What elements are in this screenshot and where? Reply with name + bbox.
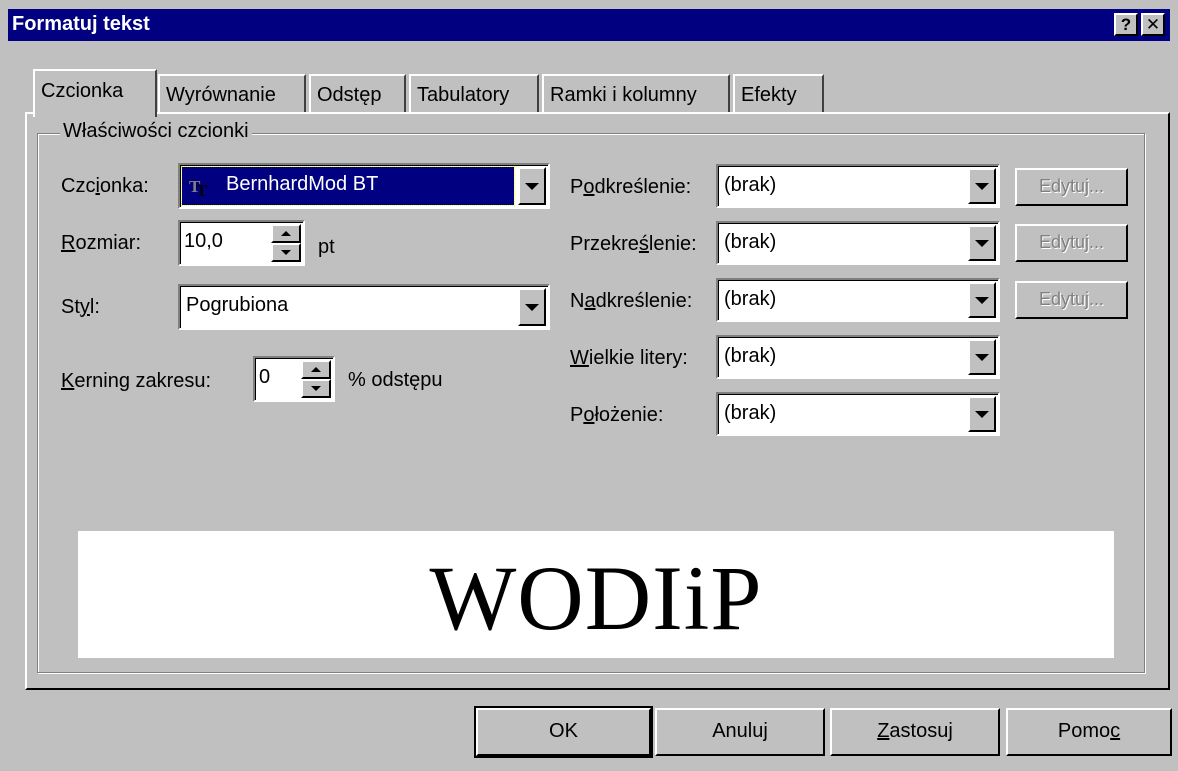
truetype-font-icon: T T (188, 175, 212, 200)
tab-efekty[interactable]: Efekty (733, 74, 824, 114)
kerning-down-button[interactable] (301, 379, 331, 398)
overline-label: Nadkreślenie: (570, 290, 693, 312)
apply-button[interactable]: Zastosuj (830, 708, 1000, 756)
arrow-up-icon (281, 231, 291, 236)
position-value: (brak) (724, 402, 777, 424)
kerning-spin[interactable] (301, 360, 331, 398)
font-value: BernhardMod BT (226, 173, 379, 195)
chevron-down-icon (975, 239, 989, 247)
kerning-label: Kerning zakresu: (61, 370, 212, 392)
arrow-down-icon (281, 250, 291, 255)
caps-label: Wielkie litery: (570, 347, 688, 369)
style-value: Pogrubiona (186, 294, 289, 316)
overline-select[interactable]: (brak) (716, 278, 1000, 322)
size-down-button[interactable] (271, 243, 301, 262)
strikeout-edit-button[interactable]: Edytuj... (1015, 224, 1128, 262)
help-title-button[interactable]: ? (1114, 13, 1138, 36)
strikeout-label: Przekreślenie: (570, 233, 697, 255)
chevron-down-icon (975, 296, 989, 304)
strikeout-select[interactable]: (brak) (716, 221, 1000, 265)
chevron-down-icon (975, 410, 989, 418)
tab-tabulatory[interactable]: Tabulatory (409, 74, 539, 114)
overline-dropdown-button[interactable] (968, 282, 996, 318)
size-stepper[interactable]: 10,0 (178, 220, 305, 266)
close-icon[interactable]: ✕ (1141, 13, 1165, 36)
style-select[interactable]: Pogrubiona (178, 284, 550, 330)
format-text-dialog: Formatuj tekst ? ✕ Czcionka Wyrównanie O… (0, 0, 1178, 771)
size-up-button[interactable] (271, 224, 301, 243)
strikeout-value: (brak) (724, 231, 777, 253)
tab-odstep[interactable]: Odstęp (309, 74, 406, 114)
chevron-down-icon (525, 182, 539, 190)
underline-dropdown-button[interactable] (968, 168, 996, 204)
kerning-unit: % odstępu (348, 369, 443, 391)
help-button[interactable]: Pomoc (1006, 708, 1172, 756)
overline-value: (brak) (724, 288, 777, 310)
underline-value: (brak) (724, 174, 777, 196)
size-value: 10,0 (184, 230, 223, 252)
style-dropdown-button[interactable] (518, 288, 546, 326)
arrow-down-icon (311, 386, 321, 391)
kerning-value: 0 (259, 366, 271, 388)
tab-wyrownanie[interactable]: Wyrównanie (158, 74, 306, 114)
position-dropdown-button[interactable] (968, 396, 996, 432)
chevron-down-icon (525, 303, 539, 311)
strikeout-dropdown-button[interactable] (968, 225, 996, 261)
tab-ramki-i-kolumny[interactable]: Ramki i kolumny (542, 74, 730, 114)
tab-czcionka[interactable]: Czcionka (33, 69, 157, 117)
font-label: Czcionka: (61, 175, 149, 197)
style-label: Styl: (61, 296, 100, 318)
title-bar[interactable]: Formatuj tekst ? ✕ (8, 9, 1170, 41)
underline-select[interactable]: (brak) (716, 164, 1000, 208)
chevron-down-icon (975, 182, 989, 190)
font-select[interactable]: T T BernhardMod BT (178, 163, 550, 209)
cancel-button[interactable]: Anuluj (655, 708, 825, 756)
kerning-stepper[interactable]: 0 (253, 356, 335, 402)
font-preview: WODIiP (78, 531, 1114, 658)
dialog-title: Formatuj tekst (12, 13, 150, 35)
caps-select[interactable]: (brak) (716, 335, 1000, 379)
size-label: Rozmiar: (61, 232, 142, 254)
arrow-up-icon (311, 367, 321, 372)
font-dropdown-button[interactable] (518, 167, 546, 205)
caps-value: (brak) (724, 345, 777, 367)
chevron-down-icon (975, 353, 989, 361)
caps-dropdown-button[interactable] (968, 339, 996, 375)
preview-text: WODIiP (429, 547, 763, 649)
overline-edit-button[interactable]: Edytuj... (1015, 281, 1128, 319)
svg-text:T: T (196, 181, 208, 197)
position-select[interactable]: (brak) (716, 392, 1000, 436)
underline-label: Podkreślenie: (570, 176, 692, 198)
group-legend: Właściwości czcionki (60, 120, 252, 143)
ok-button[interactable]: OK (474, 706, 653, 758)
kerning-up-button[interactable] (301, 360, 331, 379)
size-spin[interactable] (271, 224, 301, 262)
underline-edit-button[interactable]: Edytuj... (1015, 168, 1128, 206)
position-label: Położenie: (570, 404, 664, 426)
size-unit: pt (318, 236, 335, 258)
